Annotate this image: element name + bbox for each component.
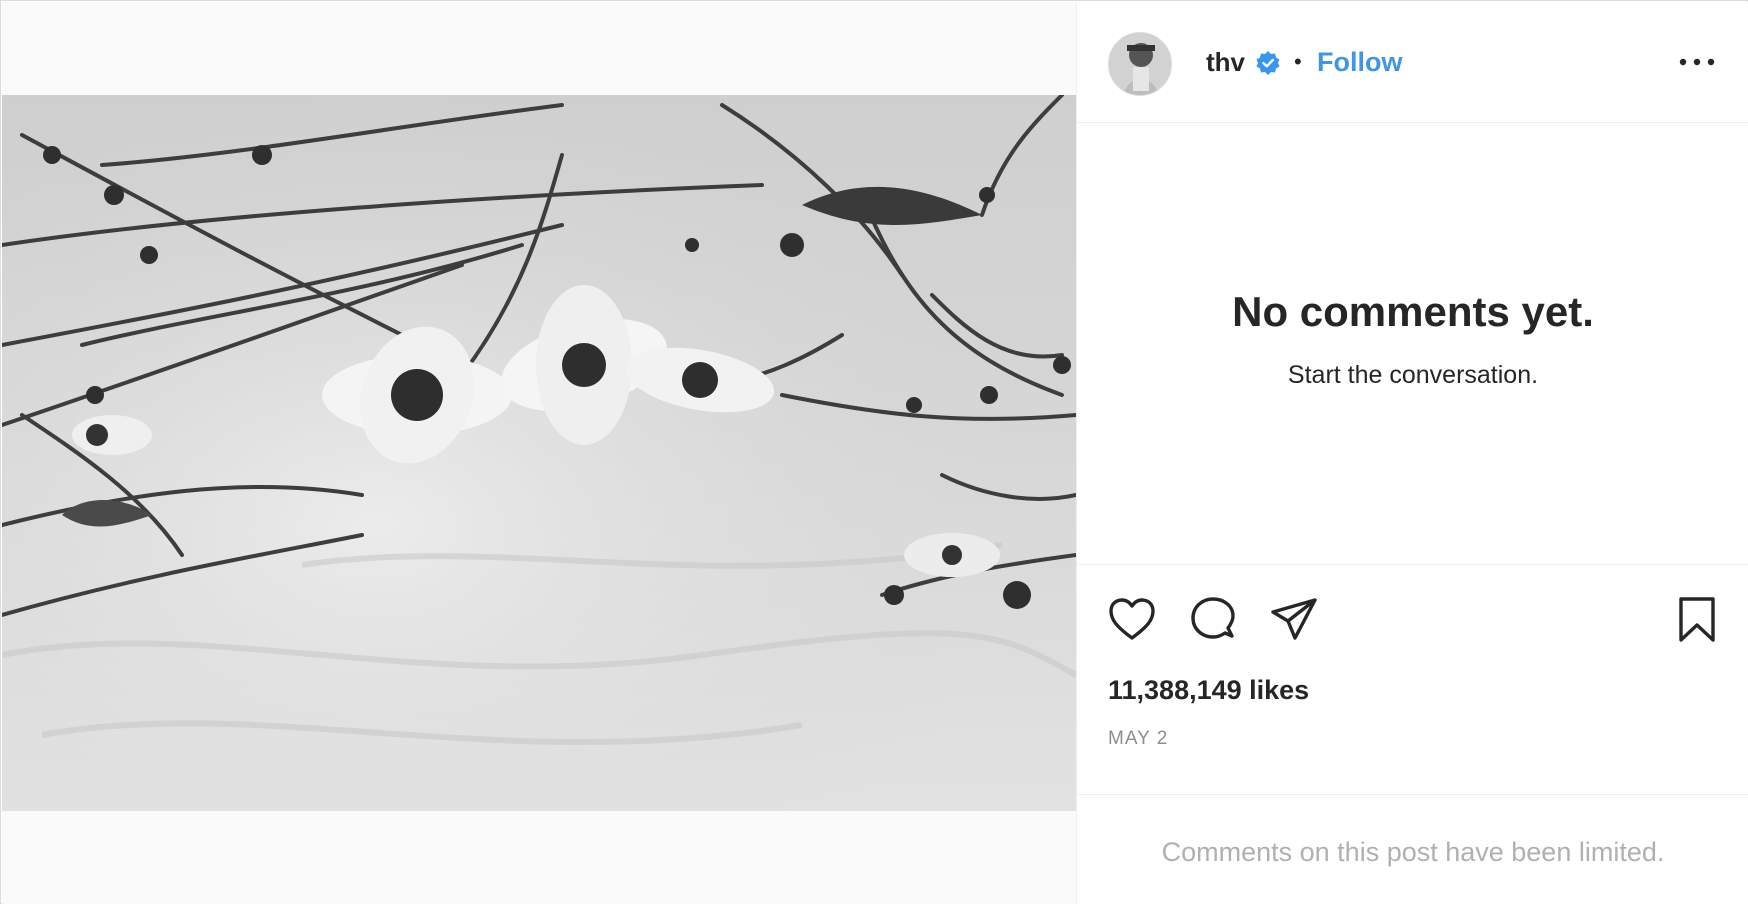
no-comments-title: No comments yet. [1232,288,1594,335]
verified-badge-icon [1255,50,1281,76]
comments-limited-footer: Comments on this post have been limited. [1077,794,1748,904]
follow-button[interactable]: Follow [1317,44,1402,80]
action-bar: 11,388,149 likes MAY 2 [1077,564,1748,794]
username-link[interactable]: thv [1206,44,1245,80]
bookmark-icon[interactable] [1672,595,1722,645]
share-icon[interactable] [1269,595,1319,645]
comment-icon[interactable] [1188,595,1238,645]
comments-limited-notice: Comments on this post have been limited. [1161,837,1665,867]
likes-count[interactable]: 11,388,149 likes [1108,673,1309,707]
post-date: MAY 2 [1108,728,1169,749]
no-comments-subtitle: Start the conversation. [1287,361,1539,389]
post-sidebar: thv • Follow No comments yet. Start the … [1076,2,1748,904]
post-dialog: thv • Follow No comments yet. Start the … [0,0,1748,904]
post-header: thv • Follow [1077,2,1748,123]
more-options-icon[interactable] [1672,47,1722,77]
heart-icon[interactable] [1107,595,1157,645]
avatar[interactable] [1108,32,1172,96]
comments-area: No comments yet. Start the conversation. [1077,123,1748,564]
post-photo[interactable] [2,95,1076,811]
separator-dot: • [1294,49,1302,74]
media-panel [2,2,1076,904]
